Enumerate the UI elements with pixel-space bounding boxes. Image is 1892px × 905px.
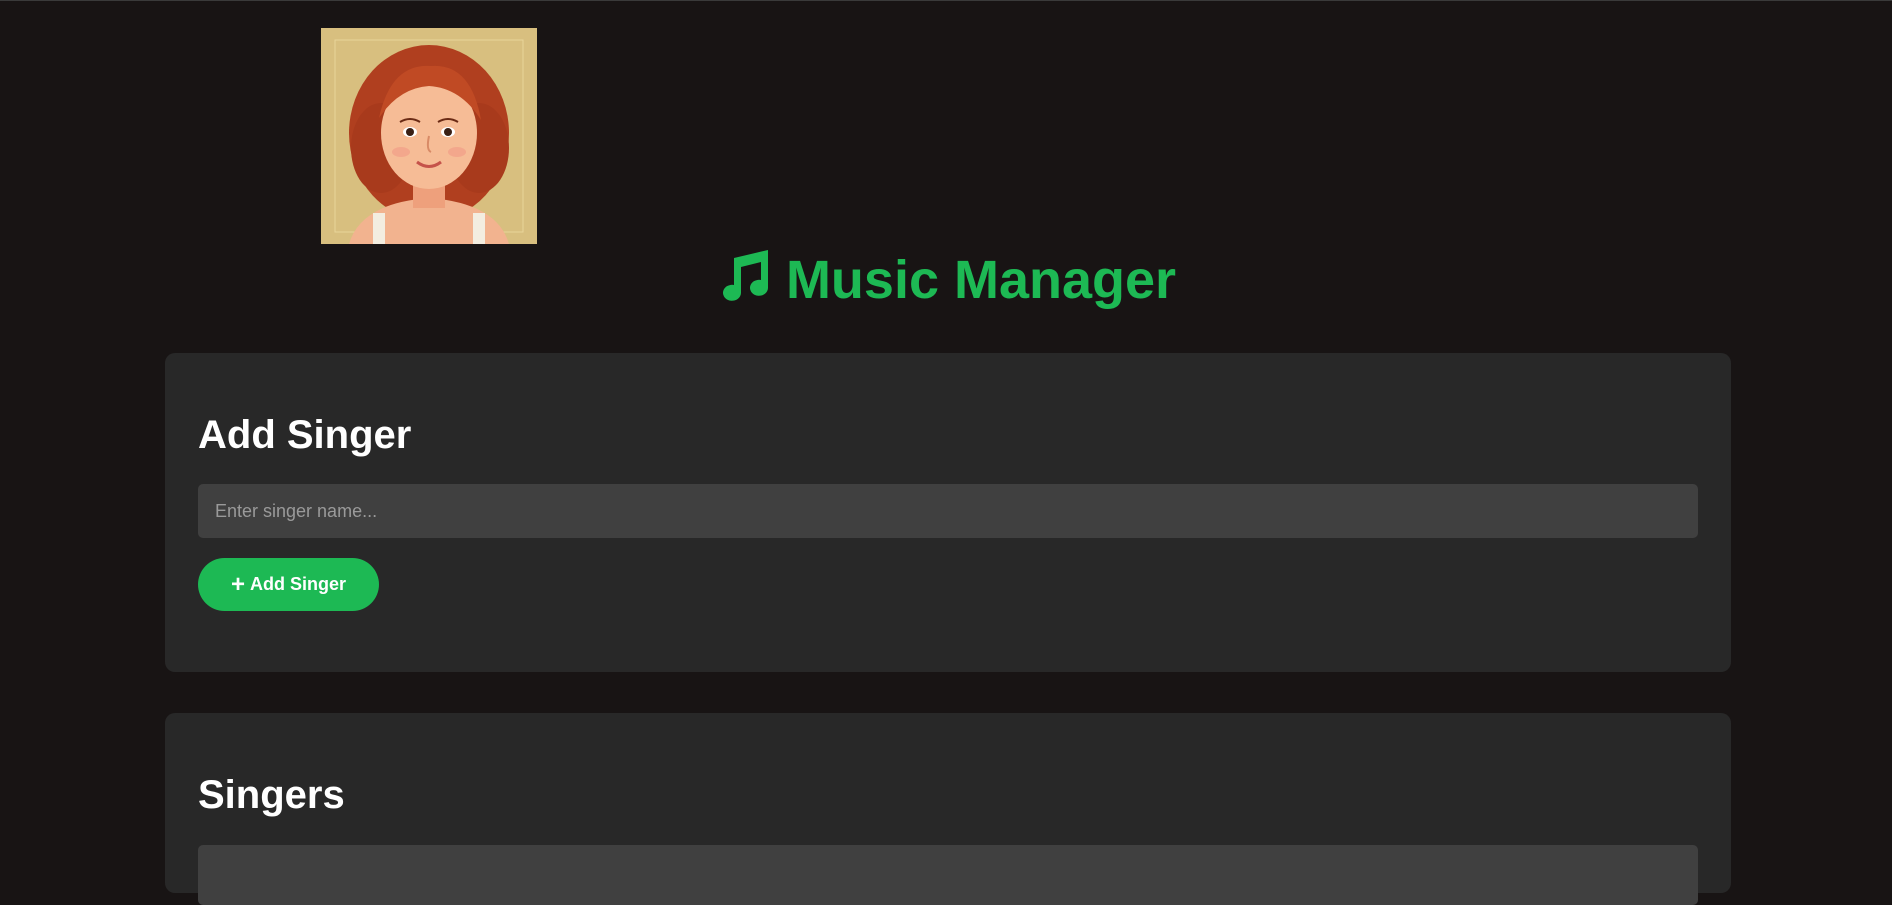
singers-heading: Singers	[198, 773, 345, 817]
page-title-text: Music Manager	[785, 250, 1177, 310]
add-singer-button[interactable]: + Add Singer	[198, 558, 379, 611]
plus-icon: +	[230, 570, 245, 598]
singers-card: Singers	[165, 713, 1731, 905]
page-title: Music Manager	[0, 248, 1892, 318]
top-border	[0, 0, 1892, 1]
add-singer-button-label: Add Singer	[250, 574, 347, 594]
music-note-icon	[716, 248, 772, 318]
add-singer-card: Add Singer + Add Singer	[165, 353, 1731, 672]
avatar	[321, 28, 537, 244]
add-singer-heading: Add Singer	[198, 413, 412, 457]
avatar-portrait-image	[321, 28, 537, 244]
singer-name-input[interactable]	[198, 484, 1698, 538]
singer-list-item[interactable]	[198, 845, 1698, 905]
